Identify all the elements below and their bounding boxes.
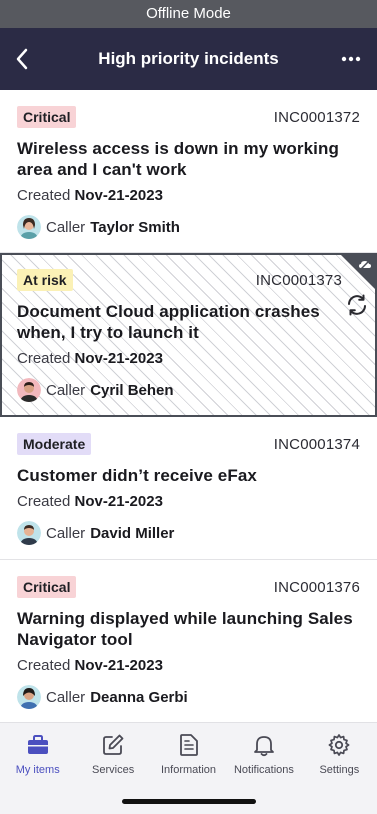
tab-services[interactable]: Services <box>75 723 150 785</box>
briefcase-icon <box>25 732 51 758</box>
avatar <box>17 378 41 402</box>
incident-card[interactable]: Moderate INC0001374 Customer didn’t rece… <box>0 417 377 560</box>
priority-badge: At risk <box>17 269 73 291</box>
tab-label: Settings <box>319 764 360 776</box>
created-date: Nov-21-2023 <box>74 657 163 674</box>
document-icon <box>176 732 202 758</box>
created-label: Created <box>17 657 71 674</box>
created-date: Nov-21-2023 <box>74 187 163 204</box>
avatar <box>17 215 41 239</box>
incident-number: INC0001373 <box>255 271 342 289</box>
created-date: Nov-21-2023 <box>74 350 163 367</box>
chevron-left-icon <box>16 48 28 70</box>
incident-number: INC0001376 <box>273 578 360 596</box>
created-date: Nov-21-2023 <box>74 493 163 510</box>
sync-icon[interactable] <box>345 293 369 317</box>
more-horizontal-icon <box>341 56 361 62</box>
edit-icon <box>100 732 126 758</box>
priority-badge: Critical <box>17 106 77 128</box>
incident-card-syncing[interactable]: At risk INC0001373 Document Cloud applic… <box>0 253 377 417</box>
created-label: Created <box>17 493 71 510</box>
tab-label: Information <box>161 764 217 776</box>
created-label: Created <box>17 350 71 367</box>
home-indicator <box>122 799 256 804</box>
incident-list: Critical INC0001372 Wireless access is d… <box>0 90 377 723</box>
incident-number: INC0001374 <box>273 435 360 453</box>
tab-notifications[interactable]: Notifications <box>226 723 301 785</box>
caller-name: Cyril Behen <box>90 381 174 399</box>
caller-name: Deanna Gerbi <box>90 688 188 706</box>
cloud-off-icon <box>359 259 371 271</box>
back-button[interactable] <box>4 41 40 77</box>
tab-my-items[interactable]: My items <box>0 723 75 785</box>
caller-label: Caller <box>46 381 86 399</box>
created-row: Created Nov-21-2023 <box>17 493 360 510</box>
priority-badge: Critical <box>17 576 77 598</box>
page-title: High priority incidents <box>98 49 279 68</box>
tab-label: Services <box>92 764 135 776</box>
offline-mode-banner: Offline Mode <box>0 0 377 28</box>
tab-label: Notifications <box>233 764 294 776</box>
gear-icon <box>326 732 352 758</box>
caller-row: Caller David Miller <box>17 521 360 545</box>
incident-title: Warning displayed while launching Sales … <box>17 609 353 649</box>
more-options-button[interactable] <box>333 41 369 77</box>
avatar <box>17 521 41 545</box>
caller-label: Caller <box>46 524 86 542</box>
bell-icon <box>251 732 277 758</box>
caller-row: Caller Taylor Smith <box>17 215 360 239</box>
created-label: Created <box>17 187 71 204</box>
caller-label: Caller <box>46 218 86 236</box>
caller-name: Taylor Smith <box>90 218 180 236</box>
incident-title: Customer didn’t receive eFax <box>17 466 257 485</box>
incident-card[interactable]: Critical INC0001372 Wireless access is d… <box>0 90 377 253</box>
tab-settings[interactable]: Settings <box>302 723 377 785</box>
priority-badge: Moderate <box>17 433 92 455</box>
caller-label: Caller <box>46 688 86 706</box>
incident-card[interactable]: Critical INC0001376 Warning displayed wh… <box>0 560 377 723</box>
caller-row: Caller Cyril Behen <box>17 378 360 402</box>
app-header: High priority incidents <box>0 28 377 90</box>
incident-number: INC0001372 <box>273 108 360 126</box>
created-row: Created Nov-21-2023 <box>17 657 360 674</box>
incident-title: Wireless access is down in my working ar… <box>17 139 339 179</box>
avatar <box>17 685 41 709</box>
tab-information[interactable]: Information <box>151 723 226 785</box>
bottom-tab-bar: My items Services Information Notificati… <box>0 722 377 814</box>
caller-name: David Miller <box>90 524 175 542</box>
tab-label: My items <box>15 764 60 776</box>
created-row: Created Nov-21-2023 <box>17 187 360 204</box>
created-row: Created Nov-21-2023 <box>17 350 360 367</box>
caller-row: Caller Deanna Gerbi <box>17 685 360 709</box>
incident-title: Document Cloud application crashes when,… <box>17 302 320 342</box>
